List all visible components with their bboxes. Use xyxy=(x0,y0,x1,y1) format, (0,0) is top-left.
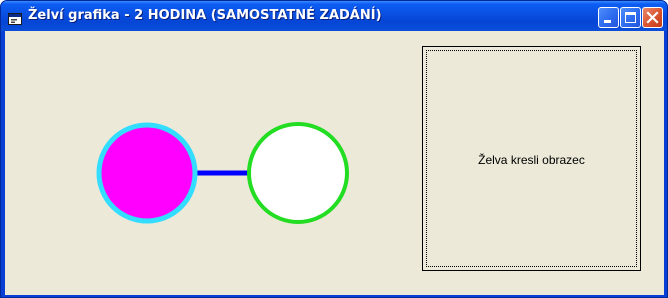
close-icon xyxy=(646,11,659,24)
maximize-icon xyxy=(625,12,636,23)
title-bar[interactable]: Želví grafika - 2 HODINA (SAMOSTATNÉ ZAD… xyxy=(1,1,667,31)
panel-label: Želva kresli obrazec xyxy=(478,153,585,167)
minimize-icon xyxy=(604,20,611,23)
window-title: Želví grafika - 2 HODINA (SAMOSTATNÉ ZAD… xyxy=(28,8,382,23)
right-circle xyxy=(247,122,349,224)
close-button[interactable] xyxy=(642,7,663,28)
form-client-area: Želva kresli obrazec xyxy=(5,31,664,295)
minimize-button[interactable] xyxy=(598,7,619,28)
maximize-button[interactable] xyxy=(620,7,641,28)
app-form-icon[interactable] xyxy=(8,10,22,25)
left-circle xyxy=(96,122,198,224)
turtle-panel: Želva kresli obrazec xyxy=(422,46,641,271)
app-window: Želví grafika - 2 HODINA (SAMOSTATNÉ ZAD… xyxy=(0,0,668,298)
turtle-drawing-canvas xyxy=(96,122,349,224)
